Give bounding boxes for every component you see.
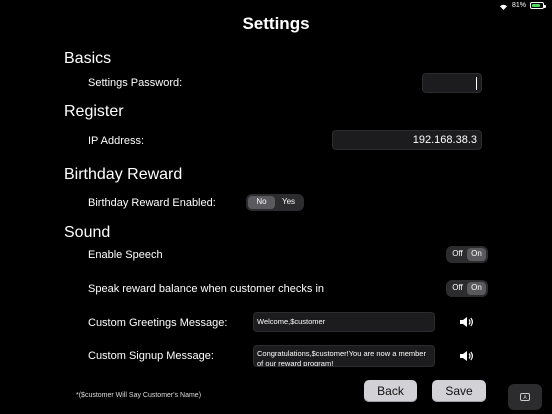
wifi-icon	[499, 3, 508, 10]
page-title: Settings	[242, 14, 310, 33]
greeting-message-field[interactable]: Welcome,$customer	[253, 312, 435, 332]
battery-percent: 81%	[511, 2, 526, 9]
birthday-enabled-segmented[interactable]: No Yes	[246, 194, 304, 211]
section-basics-heading: Basics	[64, 50, 112, 67]
enable-speech-option-on[interactable]: On	[467, 248, 486, 261]
birthday-enabled-label: Birthday Reward Enabled:	[88, 197, 216, 209]
signup-message-label: Custom Signup Message:	[88, 350, 214, 362]
keyboard-icon: A	[520, 393, 530, 401]
keyboard-toggle-button[interactable]: A	[508, 384, 542, 410]
speak-balance-option-on[interactable]: On	[467, 282, 486, 295]
signup-message-field[interactable]: Congratulations,$customer!You are now a …	[253, 345, 435, 367]
section-birthday-heading: Birthday Reward	[64, 166, 183, 183]
enable-speech-segmented[interactable]: Off On	[446, 246, 488, 263]
speak-balance-option-off[interactable]: Off	[448, 282, 467, 295]
birthday-option-yes[interactable]: Yes	[275, 196, 302, 209]
customer-placeholder-note: *($customer Will Say Customer's Name)	[76, 392, 202, 399]
enable-speech-option-off[interactable]: Off	[448, 248, 467, 261]
save-button[interactable]: Save	[432, 380, 486, 402]
ip-address-label: IP Address:	[88, 135, 145, 147]
speaker-icon[interactable]	[459, 315, 473, 327]
text-cursor	[475, 77, 477, 90]
section-register-heading: Register	[64, 103, 124, 120]
password-field[interactable]	[422, 73, 482, 93]
enable-speech-label: Enable Speech	[88, 249, 163, 261]
speak-balance-label: Speak reward balance when customer check…	[88, 283, 325, 295]
back-button[interactable]: Back	[364, 380, 417, 402]
status-bar: 81%	[499, 2, 546, 10]
battery-level	[532, 4, 540, 7]
speak-balance-segmented[interactable]: Off On	[446, 280, 488, 297]
birthday-option-no[interactable]: No	[248, 196, 275, 209]
ip-address-field[interactable]: 192.168.38.3	[332, 130, 482, 150]
speaker-icon[interactable]	[459, 349, 473, 361]
battery-icon	[530, 2, 546, 9]
password-label: Settings Password:	[88, 77, 183, 89]
greeting-message-label: Custom Greetings Message:	[88, 317, 228, 329]
section-sound-heading: Sound	[64, 224, 111, 241]
